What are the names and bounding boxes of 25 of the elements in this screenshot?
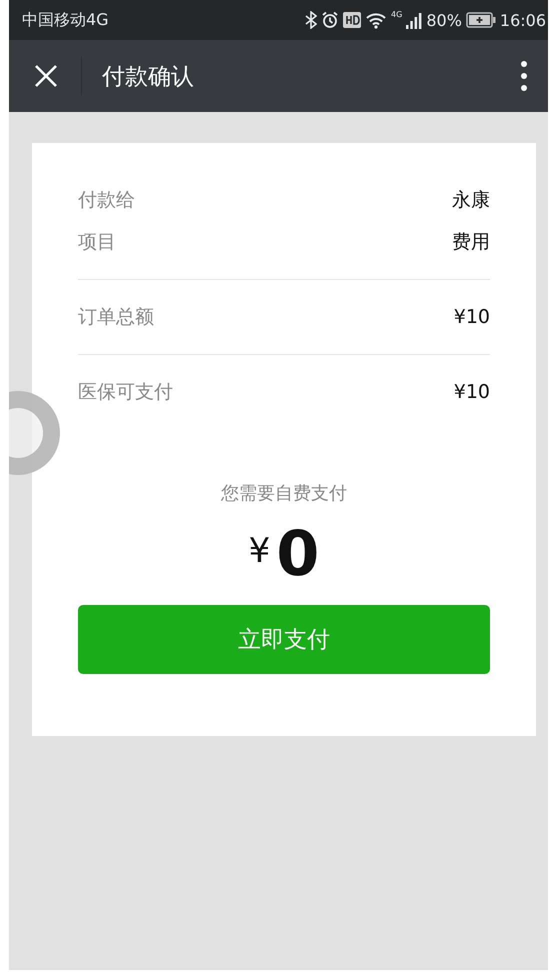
battery-percent: 80% — [426, 10, 462, 30]
self-pay-amount: 0 — [276, 523, 320, 585]
clock-time: 16:06 — [500, 10, 546, 30]
detail-label: 付款给 — [78, 188, 135, 213]
signal-icon — [406, 11, 422, 29]
detail-value: ¥10 — [454, 306, 490, 328]
detail-label: 项目 — [78, 230, 116, 255]
page-title: 付款确认 — [102, 62, 194, 92]
carrier-name: 中国移动4G — [22, 10, 109, 30]
hd-icon — [343, 12, 362, 28]
currency-symbol: ¥ — [248, 531, 270, 571]
alarm-clock-icon — [321, 11, 340, 29]
pay-now-button[interactable]: 立即支付 — [78, 605, 490, 674]
detail-label: 医保可支付 — [78, 380, 173, 405]
bluetooth-icon — [305, 11, 318, 29]
network-type: 4G — [391, 10, 402, 19]
self-pay-caption: 您需要自费支付 — [221, 482, 347, 505]
more-menu-button[interactable] — [520, 60, 528, 92]
detail-value: 费用 — [452, 230, 490, 255]
battery-icon — [466, 12, 496, 28]
detail-value: ¥10 — [454, 381, 490, 403]
close-button[interactable] — [34, 64, 58, 88]
detail-value: 永康 — [452, 188, 490, 213]
detail-label: 订单总额 — [78, 305, 154, 330]
wifi-icon — [365, 11, 388, 29]
